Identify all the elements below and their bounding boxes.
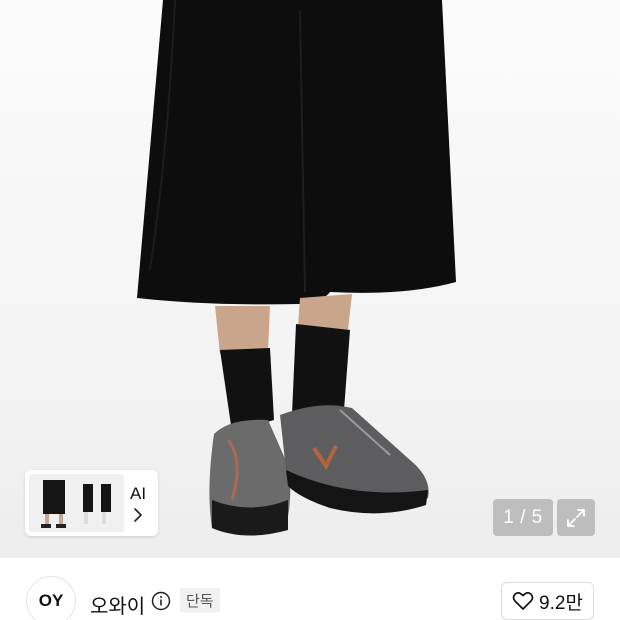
ai-thumbnail <box>29 474 124 532</box>
expand-button[interactable] <box>557 499 595 536</box>
like-button[interactable]: 9.2만 <box>501 582 594 620</box>
heart-icon <box>512 592 534 610</box>
like-count: 9.2만 <box>539 592 583 614</box>
brand-bar: OY 오와이 단독 9.2만 <box>0 558 620 620</box>
info-icon[interactable] <box>151 591 171 611</box>
ai-label[interactable]: AI <box>130 484 146 504</box>
brand-name[interactable]: 오와이 <box>90 590 145 619</box>
exclusive-badge: 단독 <box>180 588 220 613</box>
brand-logo[interactable]: OY <box>26 576 76 620</box>
expand-icon <box>567 508 585 527</box>
chevron-right-icon[interactable] <box>133 507 143 523</box>
image-counter: 1 / 5 <box>493 499 553 536</box>
product-image-gallery[interactable]: AI 1 / 5 <box>0 0 620 558</box>
